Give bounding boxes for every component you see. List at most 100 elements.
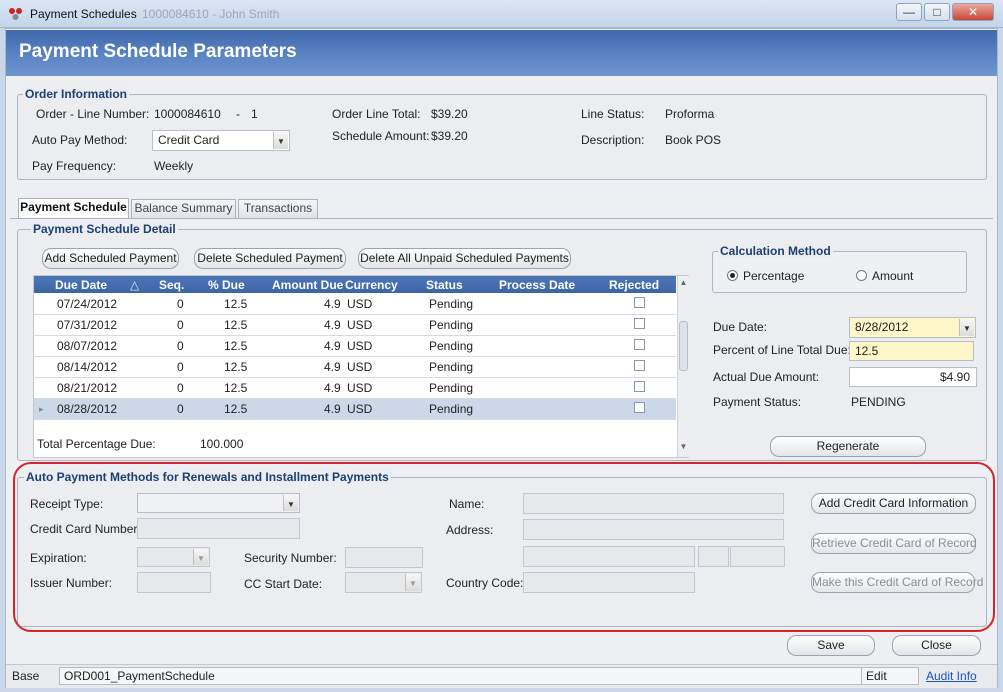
status-bar: Base ORD001_PaymentSchedule Edit Audit I… <box>6 664 997 688</box>
total-pct-label: Total Percentage Due: <box>37 437 156 451</box>
cell-seq: 0 <box>177 402 184 416</box>
total-pct-value: 100.000 <box>200 437 244 451</box>
cell-status: Pending <box>429 402 474 416</box>
col-seq[interactable]: Seq. <box>159 278 184 292</box>
pay-frequency-value: Weekly <box>154 159 194 173</box>
schedule-detail-title: Payment Schedule Detail <box>31 222 178 236</box>
col-pct-due[interactable]: % Due <box>208 278 245 292</box>
delete-scheduled-payment-button[interactable]: Delete Scheduled Payment <box>194 248 346 269</box>
amount-radio[interactable] <box>856 270 867 281</box>
cell-seq: 0 <box>177 318 184 332</box>
col-amount-due[interactable]: Amount Due <box>272 278 343 292</box>
schedule-amount-value: $39.20 <box>431 129 468 143</box>
line-number: 1 <box>251 107 258 121</box>
table-row[interactable]: 08/14/2012 0 12.5 4.9 USD Pending <box>34 357 676 378</box>
cell-status: Pending <box>429 318 474 332</box>
cell-status: Pending <box>429 381 474 395</box>
percent-input[interactable]: 12.5 <box>849 341 974 361</box>
maximize-button[interactable]: □ <box>924 3 950 21</box>
amount-label: Amount <box>872 269 914 283</box>
line-status-label: Line Status: <box>581 107 645 121</box>
scroll-thumb[interactable] <box>679 321 688 371</box>
rejected-checkbox[interactable] <box>634 402 645 413</box>
cell-amount-due: 4.9 <box>324 402 341 416</box>
window-subtitle: 1000084610 - John Smith <box>142 7 280 21</box>
close-window-button[interactable]: ✕ <box>952 3 994 21</box>
percentage-radio[interactable] <box>727 270 738 281</box>
table-row[interactable]: 08/07/2012 0 12.5 4.9 USD Pending <box>34 336 676 357</box>
description-value: Book POS <box>665 133 722 147</box>
cell-currency: USD <box>347 297 373 311</box>
due-date-picker[interactable]: 8/28/2012 ▼ <box>849 317 976 338</box>
cell-pct-due: 12.5 <box>224 318 248 332</box>
col-process-date[interactable]: Process Date <box>499 278 575 292</box>
scroll-down-icon[interactable]: ▼ <box>679 442 688 452</box>
cell-pct-due: 12.5 <box>224 402 248 416</box>
cell-currency: USD <box>347 339 373 353</box>
cell-due-date: 07/24/2012 <box>57 297 118 311</box>
percent-label: Percent of Line Total Due: <box>713 343 851 357</box>
tab-payment-schedule[interactable]: Payment Schedule <box>18 198 129 218</box>
cell-seq: 0 <box>177 360 184 374</box>
cell-pct-due: 12.5 <box>224 360 248 374</box>
grid-scrollbar[interactable]: ▲ ▼ <box>677 276 689 457</box>
rejected-checkbox[interactable] <box>634 339 645 350</box>
rejected-checkbox[interactable] <box>634 360 645 371</box>
cell-status: Pending <box>429 297 474 311</box>
col-due-date[interactable]: Due Date <box>55 278 107 292</box>
sort-ascending-icon: △ <box>130 278 140 292</box>
calc-method-title: Calculation Method <box>718 244 833 258</box>
close-button[interactable]: Close <box>892 635 981 656</box>
payment-status-label: Payment Status: <box>713 395 802 409</box>
save-button[interactable]: Save <box>787 635 875 656</box>
scroll-up-icon[interactable]: ▲ <box>679 278 688 288</box>
percentage-label: Percentage <box>743 269 805 283</box>
regenerate-button[interactable]: Regenerate <box>770 436 926 457</box>
app-icon <box>9 8 22 20</box>
table-row[interactable]: 08/21/2012 0 12.5 4.9 USD Pending <box>34 378 676 399</box>
cell-amount-due: 4.9 <box>324 339 341 353</box>
row-indicator-icon: ▸ <box>39 404 44 414</box>
form-id-field: ORD001_PaymentSchedule <box>59 667 862 685</box>
grid-header: Due Date △ Seq. % Due Amount Due Currenc… <box>34 276 676 293</box>
line-total-value: $39.20 <box>431 107 468 121</box>
col-rejected[interactable]: Rejected <box>609 278 659 292</box>
rejected-checkbox[interactable] <box>634 297 645 308</box>
window-titlebar: Payment Schedules 1000084610 - John Smit… <box>0 0 1003 28</box>
line-status-value: Proforma <box>665 107 715 121</box>
cell-status: Pending <box>429 360 474 374</box>
delete-all-unpaid-button[interactable]: Delete All Unpaid Scheduled Payments <box>358 248 571 269</box>
order-line-dash: - <box>236 107 240 121</box>
order-number: 1000084610 <box>154 107 221 121</box>
table-row[interactable]: 07/24/2012 0 12.5 4.9 USD Pending <box>34 294 676 315</box>
auto-pay-select[interactable]: Credit Card ▼ <box>152 130 290 151</box>
table-row[interactable]: 08/28/2012 0 12.5 4.9 USD Pending ▸ <box>34 399 676 420</box>
col-status[interactable]: Status <box>426 278 463 292</box>
table-row[interactable]: 07/31/2012 0 12.5 4.9 USD Pending <box>34 315 676 336</box>
chevron-down-icon: ▼ <box>959 319 974 336</box>
page-banner: Payment Schedule Parameters <box>6 30 997 76</box>
schedule-amount-label: Schedule Amount: <box>332 129 430 143</box>
schedule-grid: Due Date △ Seq. % Due Amount Due Currenc… <box>33 275 689 458</box>
cell-due-date: 07/31/2012 <box>57 318 118 332</box>
cell-due-date: 08/28/2012 <box>57 402 118 416</box>
actual-amount-input[interactable]: $4.90 <box>849 367 977 387</box>
tab-balance-summary[interactable]: Balance Summary <box>131 199 236 218</box>
auto-pay-label: Auto Pay Method: <box>32 133 128 147</box>
col-currency[interactable]: Currency <box>345 278 398 292</box>
payment-status-value: PENDING <box>851 395 906 409</box>
audit-info-link[interactable]: Audit Info <box>926 669 977 683</box>
annotation-highlight <box>13 462 995 632</box>
rejected-checkbox[interactable] <box>634 381 645 392</box>
actual-amount-label: Actual Due Amount: <box>713 370 820 384</box>
rejected-checkbox[interactable] <box>634 318 645 329</box>
tab-strip-line <box>10 218 993 219</box>
cell-amount-due: 4.9 <box>324 318 341 332</box>
cell-due-date: 08/21/2012 <box>57 381 118 395</box>
window-title: Payment Schedules <box>30 7 137 21</box>
cell-seq: 0 <box>177 297 184 311</box>
order-line-label: Order - Line Number: <box>36 107 150 121</box>
tab-transactions[interactable]: Transactions <box>238 199 318 218</box>
add-scheduled-payment-button[interactable]: Add Scheduled Payment <box>42 248 179 269</box>
minimize-button[interactable]: — <box>896 3 922 21</box>
